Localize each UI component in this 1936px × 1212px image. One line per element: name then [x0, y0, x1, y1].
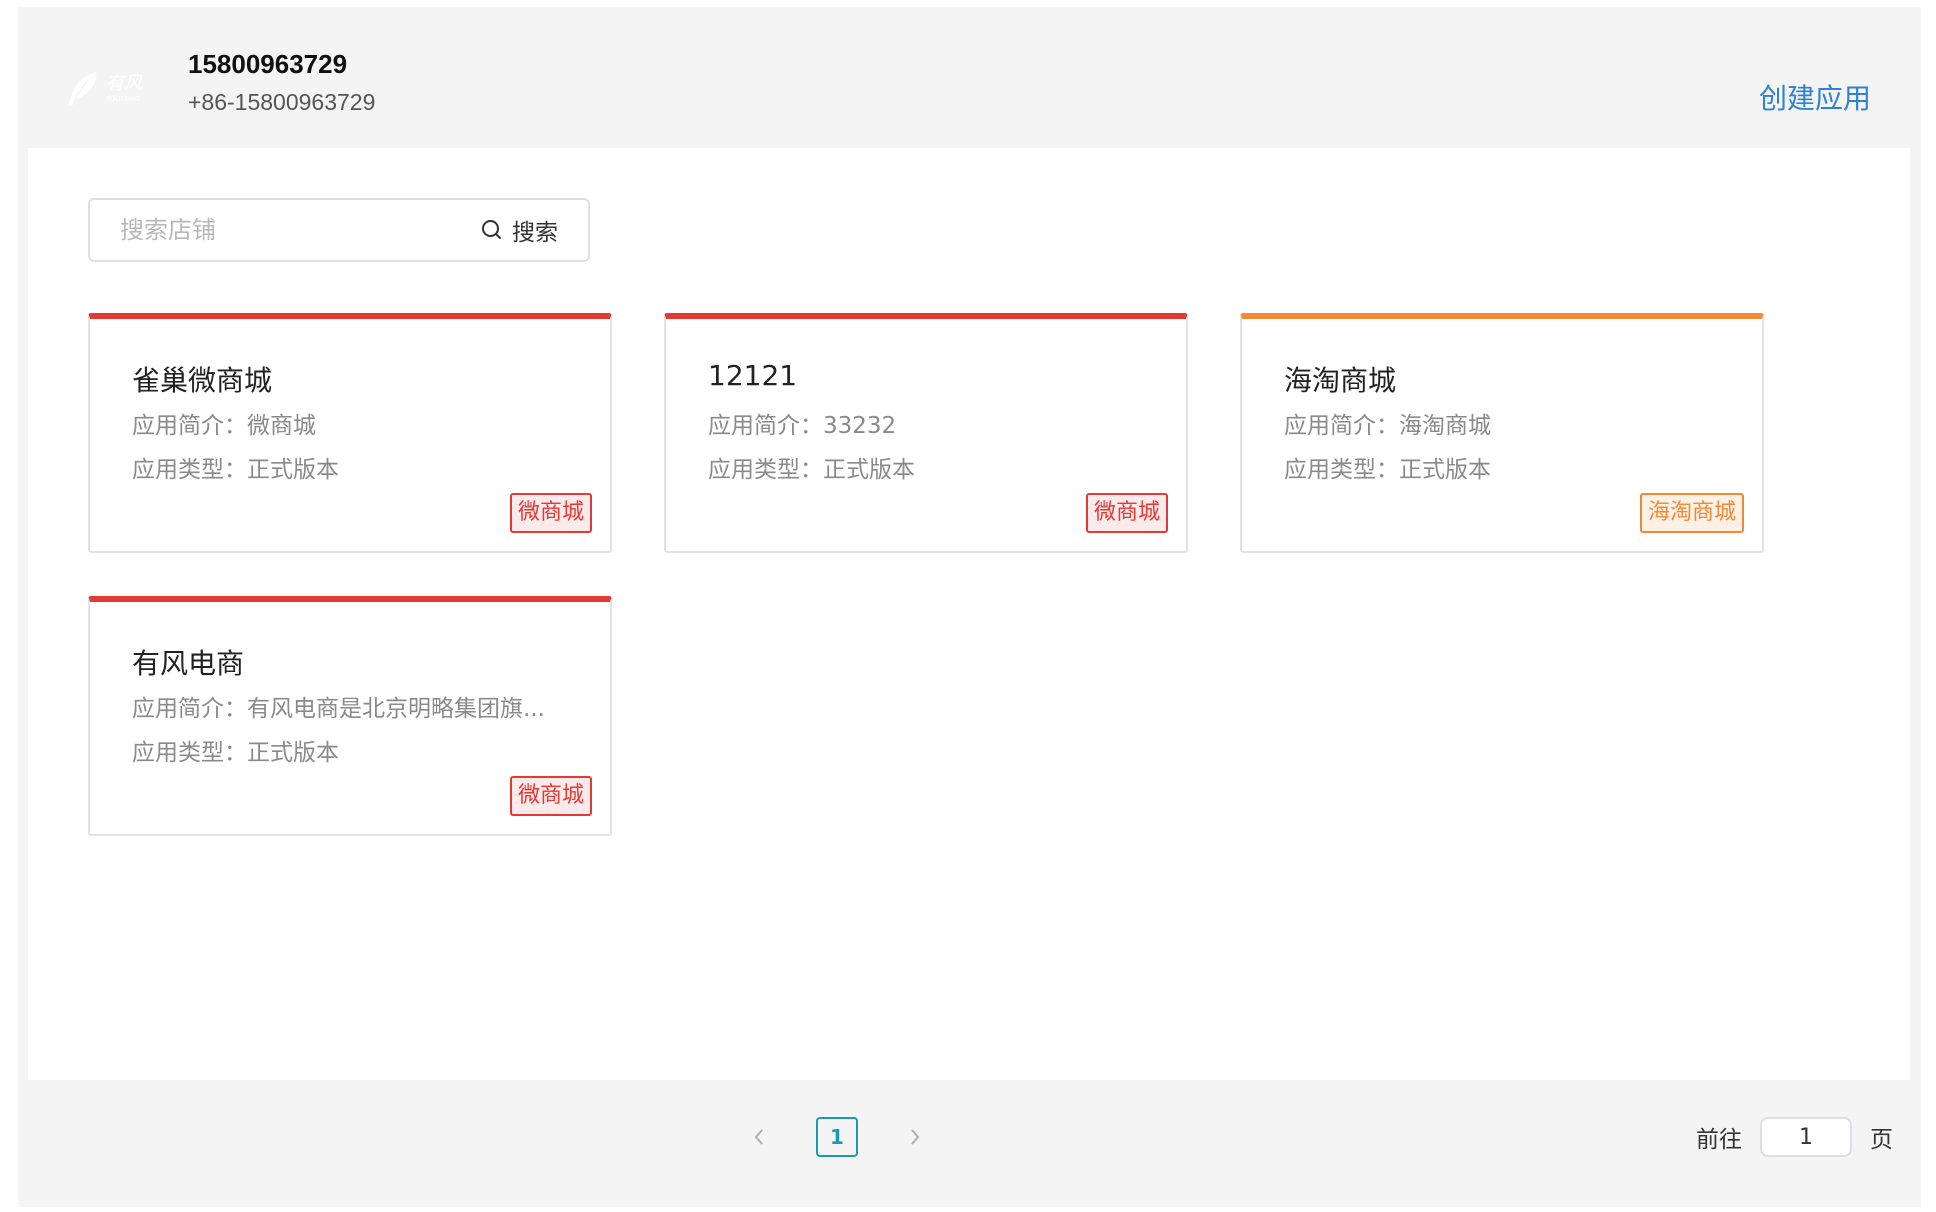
- pagination: 1: [744, 1115, 930, 1159]
- app-card-tag: 微商城: [509, 776, 592, 816]
- goto-page-input[interactable]: [1760, 1117, 1852, 1157]
- app-card-tag: 海淘商城: [1639, 493, 1744, 533]
- app-card-title: 12121: [708, 359, 798, 392]
- create-app-link[interactable]: 创建应用: [1759, 77, 1871, 117]
- app-list-panel: 搜索 雀巢微商城 应用简介：微商城 应用类型：正式版本 微商城 12121 应用…: [28, 148, 1910, 1080]
- logo-wordmark: 有风 YOUFENG: [106, 75, 142, 103]
- store-search-input[interactable]: [120, 200, 450, 260]
- app-card-description: 应用简介：海淘商城: [1284, 413, 1491, 439]
- app-card[interactable]: 有风电商 应用简介：有风电商是北京明略集团旗... 应用类型：正式版本 微商城: [88, 596, 612, 836]
- app-card-tag: 微商城: [1085, 493, 1168, 533]
- logo-text: 有风: [106, 73, 142, 94]
- goto-suffix-label: 页: [1870, 1127, 1893, 1153]
- search-button-label: 搜索: [512, 220, 558, 246]
- account-name: 15800963729: [188, 49, 348, 79]
- chevron-left-icon: [754, 1129, 763, 1145]
- app-card-type: 应用类型：正式版本: [132, 740, 339, 766]
- app-card[interactable]: 海淘商城 应用简介：海淘商城 应用类型：正式版本 海淘商城: [1240, 313, 1764, 553]
- page-number-current[interactable]: 1: [816, 1117, 858, 1157]
- app-card-description: 应用简介：33232: [708, 413, 897, 439]
- chevron-right-icon: [911, 1129, 920, 1145]
- app-frame: 有风 YOUFENG 15800963729 +86-15800963729 创…: [18, 7, 1921, 1207]
- logo-subtext: YOUFENG: [106, 95, 140, 103]
- app-card-description: 应用简介：微商城: [132, 413, 316, 439]
- search-button[interactable]: 搜索: [480, 200, 558, 260]
- app-card[interactable]: 12121 应用简介：33232 应用类型：正式版本 微商城: [664, 313, 1188, 553]
- app-card-tag: 微商城: [509, 493, 592, 533]
- prev-page-button[interactable]: [744, 1117, 774, 1157]
- logo: 有风 YOUFENG: [66, 67, 166, 111]
- goto-prefix-label: 前往: [1696, 1127, 1742, 1153]
- feather-logo-icon: [68, 72, 97, 106]
- app-card-type: 应用类型：正式版本: [1284, 457, 1491, 483]
- account-phone: +86-15800963729: [188, 89, 376, 115]
- app-card-type: 应用类型：正式版本: [132, 457, 339, 483]
- app-card-title: 海淘商城: [1284, 364, 1397, 397]
- app-card[interactable]: 雀巢微商城 应用简介：微商城 应用类型：正式版本 微商城: [88, 313, 612, 553]
- goto-page: 前往 页: [1696, 1115, 1893, 1159]
- store-search-box: 搜索: [88, 198, 590, 262]
- app-card-description: 应用简介：有风电商是北京明略集团旗...: [132, 696, 545, 722]
- app-card-title: 雀巢微商城: [132, 364, 273, 397]
- next-page-button[interactable]: [900, 1117, 930, 1157]
- app-card-title: 有风电商: [132, 647, 245, 680]
- app-card-type: 应用类型：正式版本: [708, 457, 915, 483]
- search-icon: [482, 220, 501, 239]
